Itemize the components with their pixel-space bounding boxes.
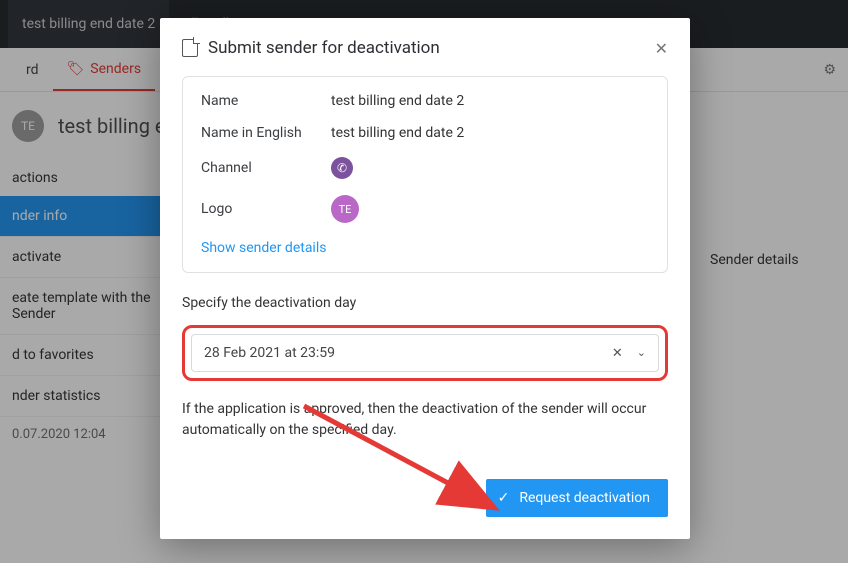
viber-icon: ✆ xyxy=(331,157,353,179)
close-icon[interactable]: ✕ xyxy=(655,39,668,58)
sender-info-box: Name test billing end date 2 Name in Eng… xyxy=(182,76,668,273)
deactivation-dialog: Submit sender for deactivation ✕ Name te… xyxy=(160,18,690,539)
info-value-name-en: test billing end date 2 xyxy=(331,125,464,141)
deactivation-date-input[interactable]: 28 Feb 2021 at 23:59 ✕ ⌄ xyxy=(191,334,659,372)
info-label-name-en: Name in English xyxy=(201,125,331,141)
info-label-logo: Logo xyxy=(201,201,331,217)
deactivation-day-label: Specify the deactivation day xyxy=(182,295,668,311)
deactivation-date-value: 28 Feb 2021 at 23:59 xyxy=(204,345,335,361)
show-sender-details-link[interactable]: Show sender details xyxy=(201,240,326,256)
deactivation-help-text: If the application is approved, then the… xyxy=(182,399,668,441)
info-label-channel: Channel xyxy=(201,160,331,176)
sender-logo: TE xyxy=(331,195,359,223)
request-deactivation-label: Request deactivation xyxy=(519,490,650,506)
info-label-name: Name xyxy=(201,93,331,109)
request-deactivation-button[interactable]: ✓ Request deactivation xyxy=(486,479,668,517)
dialog-title: Submit sender for deactivation xyxy=(208,38,440,58)
document-icon xyxy=(182,39,198,57)
info-value-name: test billing end date 2 xyxy=(331,93,464,109)
check-icon: ✓ xyxy=(498,490,510,506)
chevron-down-icon[interactable]: ⌄ xyxy=(637,346,646,361)
annotation-highlight: 28 Feb 2021 at 23:59 ✕ ⌄ xyxy=(182,325,668,381)
clear-date-icon[interactable]: ✕ xyxy=(612,346,623,361)
